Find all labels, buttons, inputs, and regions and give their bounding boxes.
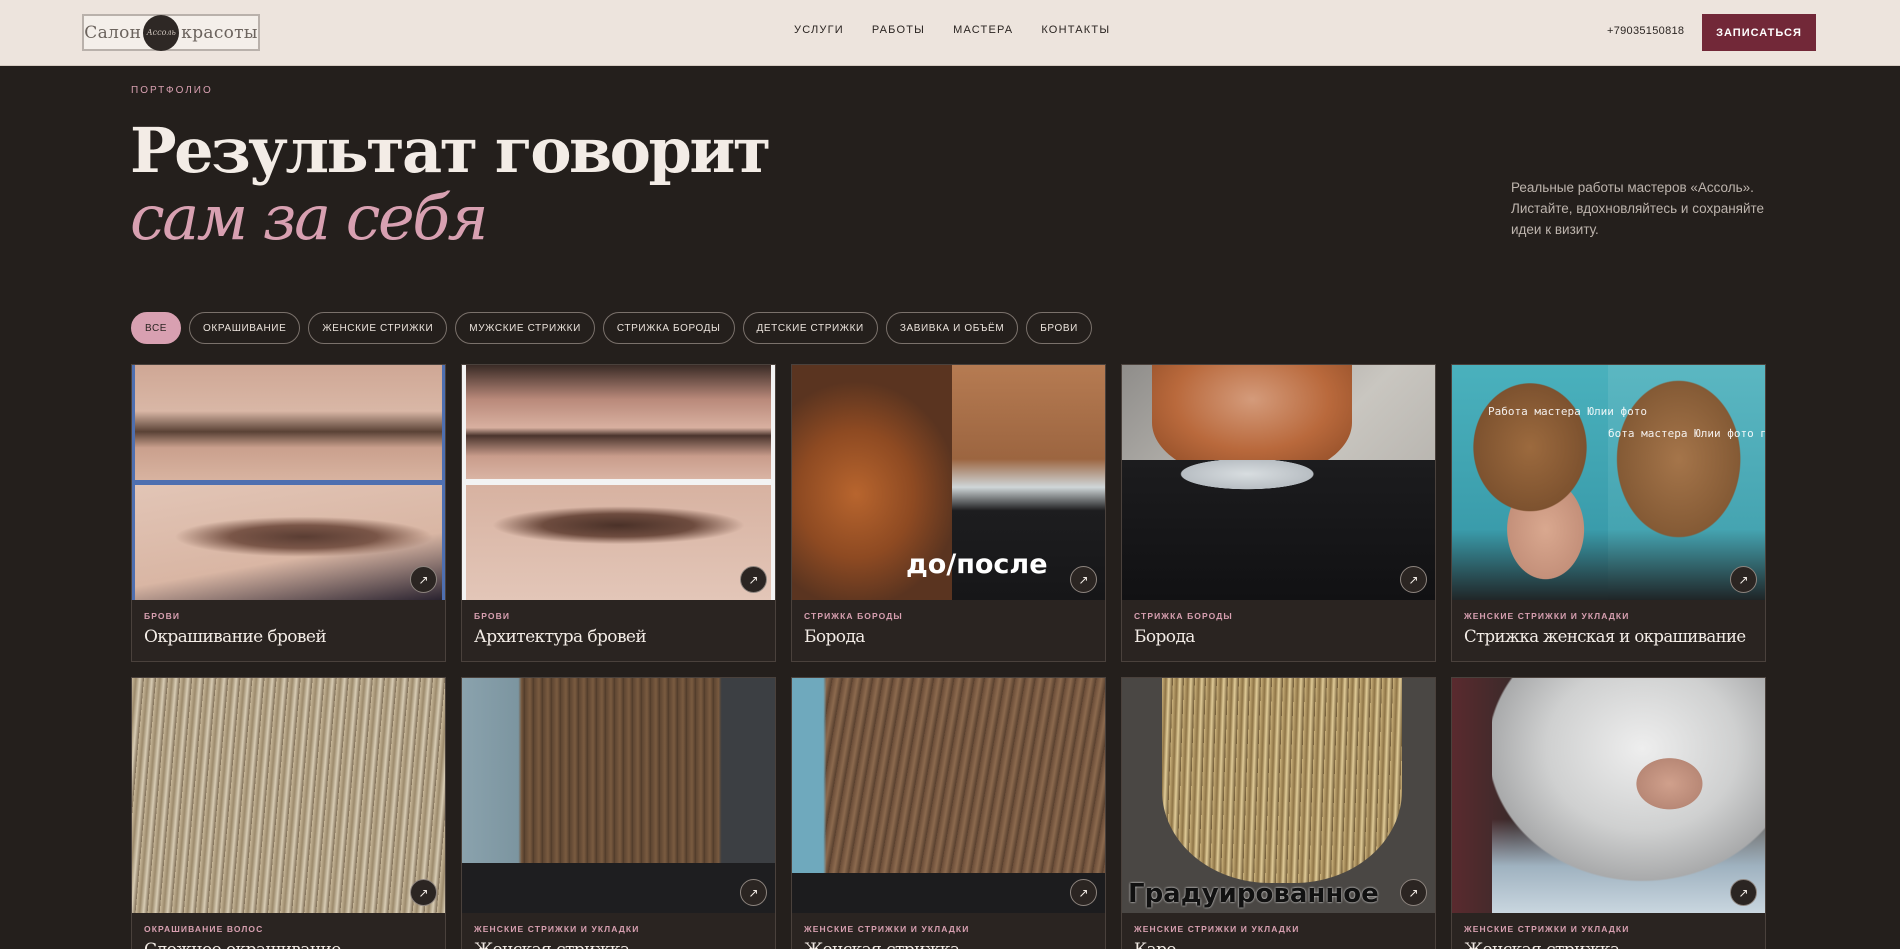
card-category: ЖЕНСКИЕ СТРИЖКИ И УКЛАДКИ [474, 924, 640, 934]
hero-intro: Реальные работы мастеров «Ассоль». Листа… [1511, 180, 1765, 237]
card-category: ЖЕНСКИЕ СТРИЖКИ И УКЛАДКИ [1464, 924, 1630, 934]
logo-word-left: Салон [84, 22, 142, 43]
open-arrow-icon[interactable]: ↗ [1730, 566, 1757, 593]
portfolio-card[interactable]: ↗ БРОВИ Окрашивание бровей [131, 364, 446, 662]
portfolio-photo [132, 678, 445, 913]
portfolio-card[interactable]: ↗ СТРИЖКА БОРОДЫ Борода [1121, 364, 1436, 662]
portfolio-photo: Градуированное [1122, 678, 1435, 913]
open-arrow-icon[interactable]: ↗ [1070, 879, 1097, 906]
card-category: БРОВИ [144, 611, 181, 621]
card-title: Женская стрижка [1464, 940, 1620, 949]
section-eyebrow: ПОРТФОЛИО [131, 85, 213, 96]
card-category: ОКРАШИВАНИЕ ВОЛОС [144, 924, 264, 934]
portfolio-card[interactable]: ↗ ЖЕНСКИЕ СТРИЖКИ И УКЛАДКИ Женская стри… [461, 677, 776, 949]
card-category: СТРИЖКА БОРОДЫ [804, 611, 903, 621]
card-title: Женская стрижка [474, 940, 630, 949]
open-arrow-icon[interactable]: ↗ [1400, 566, 1427, 593]
portfolio-photo [792, 678, 1105, 913]
filter-mens-cuts[interactable]: МУЖСКИЕ СТРИЖКИ [455, 312, 595, 344]
photo-caption: Градуированное [1128, 879, 1379, 909]
portfolio-card[interactable]: Градуированное ↗ ЖЕНСКИЕ СТРИЖКИ И УКЛАД… [1121, 677, 1436, 949]
site-header: Салон Ассоль красоты УСЛУГИ РАБОТЫ МАСТЕ… [0, 0, 1900, 66]
filter-kids-cuts[interactable]: ДЕТСКИЕ СТРИЖКИ [742, 312, 878, 344]
photo-caption: до/после [906, 549, 1048, 580]
portfolio-card[interactable]: ↗ ЖЕНСКИЕ СТРИЖКИ И УКЛАДКИ Женская стри… [1451, 677, 1766, 949]
book-button[interactable]: ЗАПИСАТЬСЯ [1702, 14, 1816, 51]
card-category: ЖЕНСКИЕ СТРИЖКИ И УКЛАДКИ [804, 924, 970, 934]
filter-perm-volume[interactable]: ЗАВИВКА И ОБЪЁМ [885, 312, 1019, 344]
open-arrow-icon[interactable]: ↗ [740, 879, 767, 906]
portfolio-card[interactable]: Работа мастера Юлии фото бота мастера Юл… [1451, 364, 1766, 662]
card-category: БРОВИ [474, 611, 511, 621]
open-arrow-icon[interactable]: ↗ [740, 566, 767, 593]
card-category: ЖЕНСКИЕ СТРИЖКИ И УКЛАДКИ [1134, 924, 1300, 934]
salon-logo[interactable]: Салон Ассоль красоты [82, 14, 260, 51]
open-arrow-icon[interactable]: ↗ [1730, 879, 1757, 906]
card-category: ЖЕНСКИЕ СТРИЖКИ И УКЛАДКИ [1464, 611, 1630, 621]
filter-coloring[interactable]: ОКРАШИВАНИЕ [189, 312, 301, 344]
portfolio-card[interactable]: ↗ БРОВИ Архитектура бровей [461, 364, 776, 662]
photo-watermark: бота мастера Юлии фото пос [1608, 427, 1765, 440]
nav-masters[interactable]: МАСТЕРА [953, 24, 1013, 36]
filter-bar: ВСЕ ОКРАШИВАНИЕ ЖЕНСКИЕ СТРИЖКИ МУЖСКИЕ … [131, 312, 1092, 344]
filter-brows[interactable]: БРОВИ [1026, 312, 1092, 344]
portfolio-card[interactable]: ↗ ОКРАШИВАНИЕ ВОЛОС Сложное окрашивание [131, 677, 446, 949]
open-arrow-icon[interactable]: ↗ [410, 879, 437, 906]
filter-beard[interactable]: СТРИЖКА БОРОДЫ [602, 312, 735, 344]
logo-badge: Ассоль [143, 14, 180, 51]
logo-word-right: красоты [181, 22, 258, 43]
open-arrow-icon[interactable]: ↗ [1400, 879, 1427, 906]
nav-services[interactable]: УСЛУГИ [794, 24, 844, 36]
card-title: Каре [1134, 940, 1176, 949]
filter-all[interactable]: ВСЕ [131, 312, 182, 344]
nav-works[interactable]: РАБОТЫ [872, 24, 925, 36]
portfolio-photo [132, 365, 445, 600]
main-nav: УСЛУГИ РАБОТЫ МАСТЕРА КОНТАКТЫ [794, 24, 1110, 36]
portfolio-photo [1452, 678, 1765, 913]
card-title: Женская стрижка [804, 940, 960, 949]
open-arrow-icon[interactable]: ↗ [410, 566, 437, 593]
hero-title-line2: сам за себя [130, 181, 489, 254]
portfolio-photo [462, 365, 775, 600]
phone-link[interactable]: +79035150818 [1607, 25, 1684, 37]
photo-watermark: Работа мастера Юлии фото [1488, 405, 1647, 418]
nav-contacts[interactable]: КОНТАКТЫ [1041, 24, 1110, 36]
card-title: Стрижка женская и окрашивание [1464, 627, 1746, 646]
hero-title-line1: Результат говорит [130, 114, 771, 187]
card-title: Окрашивание бровей [144, 627, 327, 647]
portfolio-card[interactable]: до/после ↗ СТРИЖКА БОРОДЫ Борода [791, 364, 1106, 662]
portfolio-photo: до/после [792, 365, 1105, 600]
portfolio-photo [1122, 365, 1435, 600]
card-title: Борода [804, 627, 865, 647]
portfolio-photo [462, 678, 775, 913]
portfolio-photo: Работа мастера Юлии фото бота мастера Юл… [1452, 365, 1765, 600]
card-title: Сложное окрашивание [144, 940, 341, 949]
card-title: Борода [1134, 627, 1195, 647]
open-arrow-icon[interactable]: ↗ [1070, 566, 1097, 593]
filter-womens-cuts[interactable]: ЖЕНСКИЕ СТРИЖКИ [308, 312, 448, 344]
card-category: СТРИЖКА БОРОДЫ [1134, 611, 1233, 621]
portfolio-card[interactable]: ↗ ЖЕНСКИЕ СТРИЖКИ И УКЛАДКИ Женская стри… [791, 677, 1106, 949]
card-title: Архитектура бровей [474, 627, 647, 647]
portfolio-grid: ↗ БРОВИ Окрашивание бровей ↗ БРОВИ Архит… [131, 364, 1766, 949]
